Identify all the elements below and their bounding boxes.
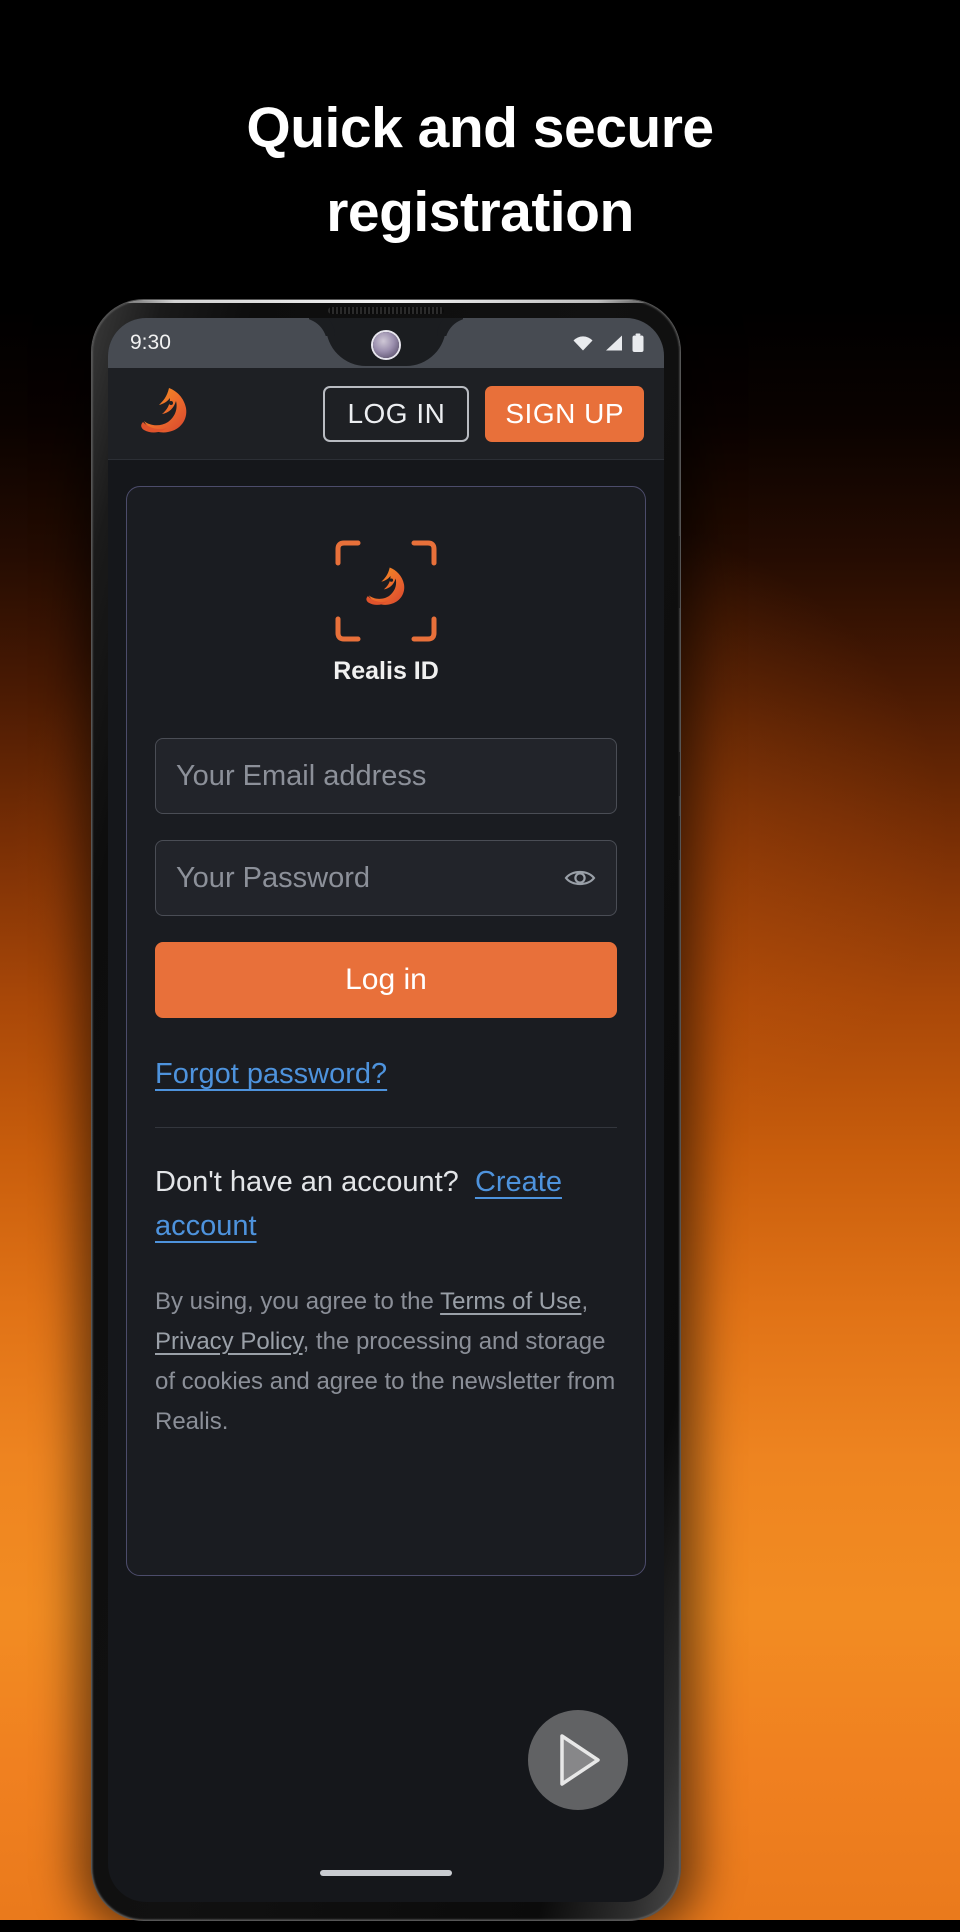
login-card: Realis ID Your Email address Your Passwo… — [126, 486, 646, 1576]
legal-part-2: , — [581, 1288, 589, 1315]
volume-down-button[interactable] — [678, 816, 680, 860]
power-button[interactable] — [678, 536, 680, 608]
privacy-policy-link[interactable]: Privacy Policy — [155, 1328, 303, 1355]
play-triangle-icon — [560, 1734, 600, 1786]
phone-mockup: 9:30 LOG IN SIGN UP Realis ID Your Email… — [78, 292, 698, 1932]
realis-phoenix-logo-icon[interactable] — [136, 385, 192, 443]
card-brand-name: Realis ID — [333, 657, 439, 685]
google-play-button[interactable] — [528, 1710, 628, 1810]
wifi-icon — [572, 335, 594, 351]
card-logo-block: Realis ID — [155, 539, 617, 686]
password-field[interactable]: Your Password — [155, 840, 617, 916]
home-indicator[interactable] — [320, 1870, 452, 1876]
phone-body: 9:30 LOG IN SIGN UP Realis ID Your Email… — [92, 300, 680, 1920]
headline-line-2: registration — [326, 180, 634, 244]
volume-up-button[interactable] — [678, 752, 680, 796]
log-in-submit-button[interactable]: Log in — [155, 942, 617, 1018]
earpiece-speaker — [328, 307, 444, 314]
account-prompt-text: Don't have an account? — [155, 1166, 459, 1198]
headline-line-1: Quick and secure — [246, 96, 714, 160]
phone-top-highlight — [92, 300, 680, 303]
status-bar: 9:30 — [108, 318, 664, 368]
phone-screen: 9:30 LOG IN SIGN UP Realis ID Your Email… — [108, 318, 664, 1902]
forgot-password-row: Forgot password? — [155, 1058, 617, 1091]
email-field-placeholder: Your Email address — [176, 759, 427, 792]
terms-of-use-link[interactable]: Terms of Use — [440, 1288, 581, 1315]
promo-headline: Quick and secure registration — [0, 86, 960, 254]
sign-up-button[interactable]: SIGN UP — [485, 385, 644, 442]
realis-id-scan-logo-icon — [334, 539, 438, 643]
eye-icon[interactable] — [564, 865, 596, 891]
status-clock: 9:30 — [130, 331, 171, 354]
card-divider — [155, 1127, 617, 1128]
cellular-signal-icon — [603, 335, 623, 352]
battery-icon — [632, 333, 644, 353]
legal-part-1: By using, you agree to the — [155, 1288, 441, 1315]
app-header: LOG IN SIGN UP — [108, 368, 664, 460]
password-field-placeholder: Your Password — [176, 861, 370, 894]
legal-text: By using, you agree to the Terms of Use,… — [155, 1282, 617, 1442]
status-icons — [572, 333, 644, 353]
front-camera-icon — [373, 332, 399, 358]
create-account-row: Don't have an account? Create account — [155, 1160, 617, 1248]
log-in-button[interactable]: LOG IN — [323, 385, 470, 442]
header-actions: LOG IN SIGN UP — [323, 385, 644, 442]
forgot-password-link[interactable]: Forgot password? — [155, 1058, 387, 1090]
email-field[interactable]: Your Email address — [155, 738, 617, 814]
